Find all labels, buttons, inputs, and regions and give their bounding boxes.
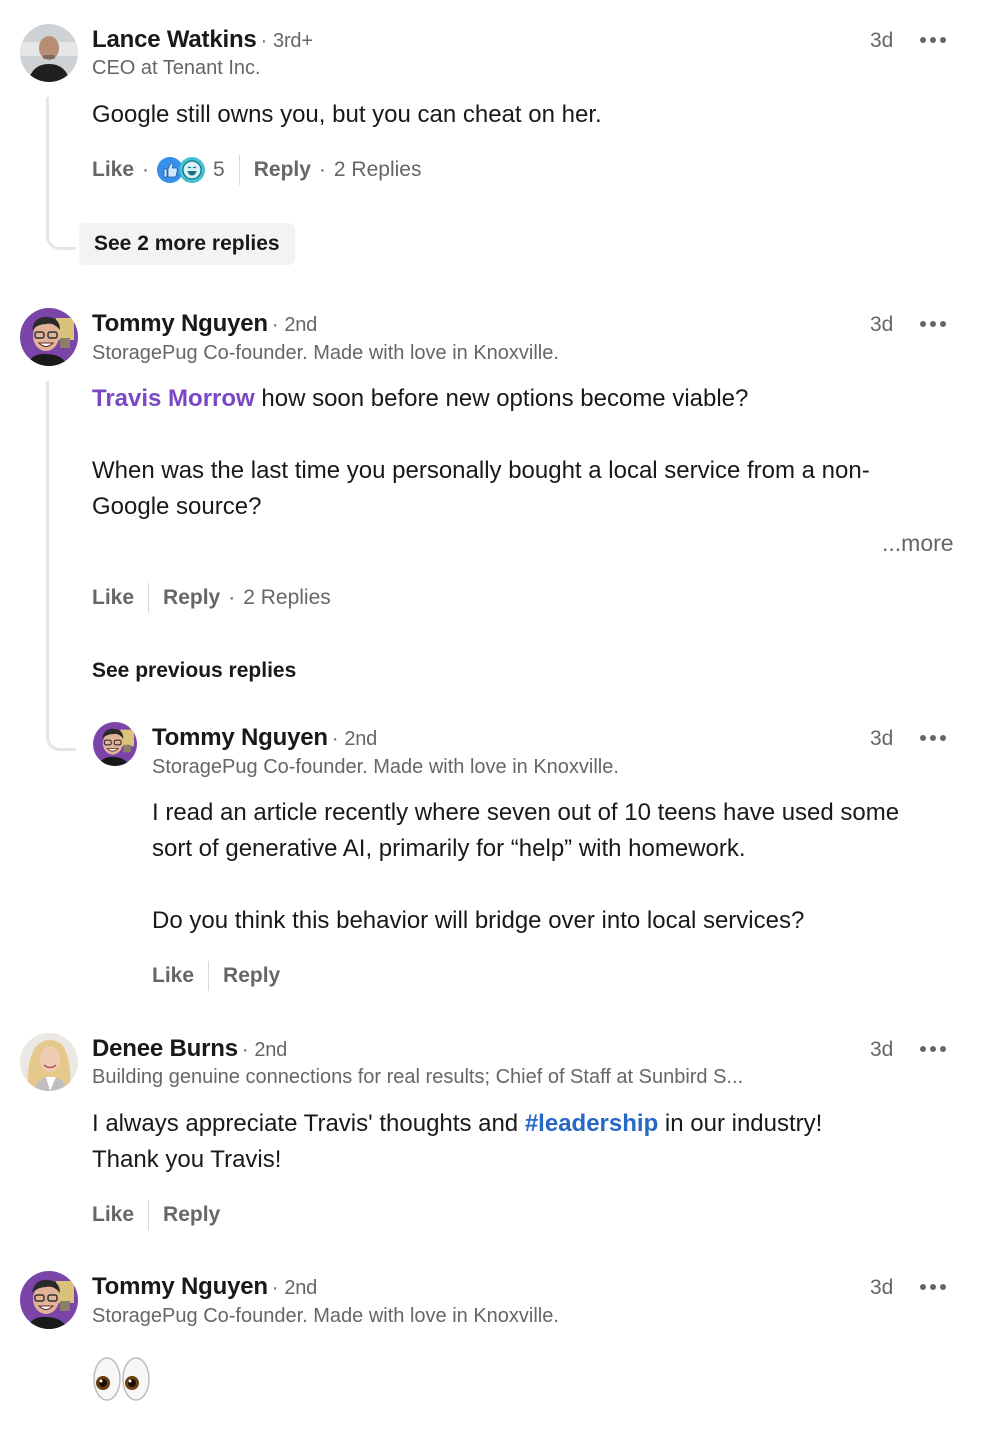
author-name[interactable]: Denee Burns: [92, 1035, 238, 1062]
timestamp: 3d: [870, 29, 894, 52]
see-more-replies-button[interactable]: See 2 more replies: [79, 223, 295, 265]
avatar-photo-icon: [20, 24, 78, 82]
avatar[interactable]: [93, 722, 137, 766]
replies-count[interactable]: 2 Replies: [334, 158, 422, 182]
comment-text: I always appreciate Travis' thoughts and…: [92, 1110, 823, 1137]
reaction-count: 5: [213, 158, 225, 181]
reply-button[interactable]: Reply: [163, 586, 220, 610]
avatar[interactable]: [20, 308, 78, 366]
see-more-text-link[interactable]: ...more: [882, 530, 954, 557]
reactions-summary[interactable]: [157, 157, 206, 183]
eyes-emoji-icon: [92, 1356, 152, 1402]
avatar-photo-icon: [20, 1271, 78, 1329]
funny-icon: [179, 157, 206, 183]
more-options-icon[interactable]: [919, 30, 947, 50]
timestamp: 3d: [870, 1276, 894, 1299]
more-options-icon[interactable]: [919, 314, 947, 334]
replies-count[interactable]: 2 Replies: [243, 586, 331, 610]
avatar[interactable]: [20, 24, 78, 82]
connection-degree: · 2nd: [331, 728, 378, 750]
comment-text: Google still owns you, but you can cheat…: [92, 101, 602, 128]
mention-link[interactable]: Travis Morrow: [92, 385, 255, 412]
comment-text-line: Google source?: [92, 493, 262, 520]
author-name[interactable]: Tommy Nguyen: [92, 310, 268, 337]
author-headline: Building genuine connections for real re…: [92, 1066, 744, 1088]
author-headline: StoragePug Co-founder. Made with love in…: [92, 342, 559, 364]
avatar[interactable]: [20, 1271, 78, 1329]
reply-actions: Like Reply: [152, 961, 280, 991]
thread-line: [46, 97, 76, 250]
see-previous-replies-link[interactable]: See previous replies: [92, 659, 296, 683]
comment-actions: Like · 5 Reply · 2 Replies: [92, 155, 421, 185]
like-button[interactable]: Like: [92, 586, 134, 610]
avatar-photo-icon: [20, 1033, 78, 1091]
avatar-photo-icon: [93, 722, 137, 766]
like-button[interactable]: Like: [152, 964, 194, 988]
timestamp: 3d: [870, 1038, 894, 1061]
comment-text-line: Thank you Travis!: [92, 1146, 282, 1173]
connection-degree: · 2nd: [241, 1039, 288, 1061]
reply-text-line: I read an article recently where seven o…: [152, 799, 900, 826]
comment-text-line: When was the last time you personally bo…: [92, 457, 870, 484]
author-name[interactable]: Tommy Nguyen: [152, 724, 328, 751]
comment-actions: Like Reply: [92, 1200, 220, 1230]
reply-button[interactable]: Reply: [223, 964, 280, 988]
hashtag-link[interactable]: #leadership: [525, 1110, 658, 1137]
author-headline: CEO at Tenant Inc.: [92, 57, 261, 79]
more-options-icon[interactable]: [919, 1039, 947, 1059]
reply-text-line: Do you think this behavior will bridge o…: [152, 907, 805, 934]
author-name[interactable]: Tommy Nguyen: [92, 1273, 268, 1300]
comment-text: Travis Morrow how soon before new option…: [92, 385, 749, 412]
more-options-icon[interactable]: [919, 1277, 947, 1297]
avatar-photo-icon: [20, 308, 78, 366]
reply-button[interactable]: Reply: [163, 1203, 220, 1227]
like-button[interactable]: Like: [92, 158, 134, 182]
connection-degree: · 2nd: [271, 314, 318, 336]
reply-button[interactable]: Reply: [254, 158, 311, 182]
timestamp: 3d: [870, 313, 894, 336]
author-headline: StoragePug Co-founder. Made with love in…: [152, 756, 619, 778]
more-options-icon[interactable]: [919, 728, 947, 748]
comment-actions: Like Reply · 2 Replies: [92, 583, 331, 613]
like-button[interactable]: Like: [92, 1203, 134, 1227]
avatar[interactable]: [20, 1033, 78, 1091]
author-name[interactable]: Lance Watkins: [92, 26, 257, 53]
timestamp: 3d: [870, 727, 894, 750]
thread-line: [46, 381, 76, 751]
connection-degree: · 2nd: [271, 1277, 318, 1299]
reply-text-line: sort of generative AI, primarily for “he…: [152, 835, 746, 862]
connection-degree: · 3rd+: [260, 30, 313, 52]
author-headline: StoragePug Co-founder. Made with love in…: [92, 1305, 559, 1327]
